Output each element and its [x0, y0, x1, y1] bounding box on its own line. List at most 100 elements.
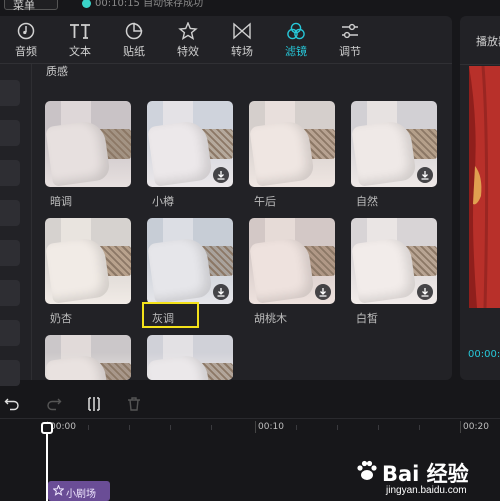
filter-thumbnail[interactable]	[351, 218, 437, 304]
filter-label: 自然	[356, 195, 378, 208]
delete-button[interactable]	[126, 396, 142, 412]
undo-icon	[4, 398, 19, 411]
redo-button[interactable]	[46, 396, 62, 412]
tab-audio-label: 音频	[15, 45, 37, 58]
tab-adjust-label: 调节	[339, 45, 361, 58]
filter-label: 白皙	[356, 312, 378, 325]
trash-icon	[128, 397, 140, 411]
filter-thumbnail[interactable]	[45, 218, 131, 304]
effect-star-icon	[53, 485, 64, 496]
time-ruler[interactable]: 00:00 00:10 00:20	[0, 419, 500, 437]
tab-effects[interactable]: 特效	[168, 20, 208, 60]
star-effect-icon	[178, 22, 198, 40]
menu-label: 菜单	[13, 0, 35, 12]
ruler-minor-tick	[211, 425, 212, 430]
menu-button[interactable]: 菜单	[4, 0, 58, 12]
thumbnail-cloth	[351, 236, 417, 304]
filter-label: 小樽	[152, 195, 174, 208]
tab-audio[interactable]: 音频	[6, 20, 46, 60]
category-item[interactable]	[0, 160, 20, 186]
filter-label: 奶杏	[50, 312, 72, 325]
preview-video[interactable]	[469, 65, 500, 309]
category-item[interactable]	[0, 80, 20, 106]
download-button[interactable]	[417, 167, 433, 183]
tab-effects-label: 特效	[177, 45, 199, 58]
thumbnail-cloth	[45, 119, 111, 187]
download-icon	[217, 171, 225, 180]
redo-icon	[47, 398, 62, 411]
music-disc-icon	[17, 22, 35, 40]
sticker-icon	[125, 22, 143, 40]
split-button[interactable]	[86, 396, 102, 412]
tab-transition-label: 转场	[231, 45, 253, 58]
timeline-clip[interactable]: 小剧场	[48, 481, 110, 501]
transition-icon	[233, 22, 251, 40]
timeline-toolbar	[0, 392, 500, 416]
watermark-text: Bai 经验	[382, 462, 469, 486]
tab-sticker[interactable]: 贴纸	[114, 20, 154, 60]
download-button[interactable]	[213, 284, 229, 300]
thumbnail-cloth	[45, 236, 111, 304]
save-status: 00:10:15 自动保存成功	[82, 0, 203, 9]
category-item[interactable]	[0, 360, 20, 386]
tab-bar: 音频 文本 贴纸 特效 转场 滤镜 调节	[0, 16, 452, 64]
preview-panel: 播放器 00:00:00	[460, 16, 500, 380]
tab-adjust[interactable]: 调节	[330, 20, 370, 60]
thumbnail-cloth	[249, 236, 315, 304]
download-button[interactable]	[417, 284, 433, 300]
category-item[interactable]	[0, 280, 20, 306]
ruler-minor-tick	[88, 425, 89, 430]
filter-thumbnail[interactable]	[45, 101, 131, 187]
text-icon	[70, 24, 90, 39]
ruler-minor-tick	[129, 425, 130, 430]
filter-thumbnail[interactable]	[249, 101, 335, 187]
tab-text-label: 文本	[69, 45, 91, 58]
save-status-icon	[82, 0, 91, 8]
download-icon	[421, 288, 429, 297]
download-icon	[421, 171, 429, 180]
split-icon	[88, 397, 100, 411]
filter-thumbnail[interactable]	[249, 218, 335, 304]
download-button[interactable]	[315, 284, 331, 300]
tab-filter[interactable]: 滤镜	[276, 20, 316, 60]
thumbnail-cloth	[147, 236, 213, 304]
thumbnail-cloth	[147, 119, 213, 187]
filter-label: 胡桃木	[254, 312, 287, 325]
filter-label: 午后	[254, 195, 276, 208]
ruler-minor-tick	[419, 425, 420, 430]
adjust-sliders-icon	[342, 23, 358, 39]
category-item[interactable]	[0, 240, 20, 266]
tab-transition[interactable]: 转场	[222, 20, 262, 60]
filter-icon	[287, 22, 305, 40]
tab-text[interactable]: 文本	[60, 20, 100, 60]
ruler-minor-tick	[296, 425, 297, 430]
paw-logo	[357, 460, 377, 480]
ruler-label: 00:10	[258, 422, 284, 432]
download-icon	[217, 288, 225, 297]
filter-thumbnail[interactable]	[147, 101, 233, 187]
preview-timecode: 00:00:00	[468, 349, 500, 360]
filter-label: 暗调	[50, 195, 72, 208]
filter-thumbnail[interactable]	[351, 101, 437, 187]
tab-filter-label: 滤镜	[285, 45, 307, 58]
baidu-watermark: Bai 经验 jingyan.baidu.com	[352, 448, 500, 500]
thumbnail-cloth	[351, 119, 417, 187]
filter-thumbnail[interactable]	[147, 218, 233, 304]
tab-sticker-label: 贴纸	[123, 45, 145, 58]
playhead-handle[interactable]	[41, 422, 53, 434]
filter-thumbnail[interactable]	[45, 335, 131, 380]
category-sidebar	[0, 64, 32, 386]
filter-thumbnail[interactable]	[147, 335, 233, 380]
clip-label: 小剧场	[66, 489, 96, 500]
ruler-label: 00:20	[463, 422, 489, 432]
preview-divider	[460, 64, 500, 65]
ruler-minor-tick	[170, 425, 171, 430]
ruler-tick	[460, 421, 461, 433]
category-item[interactable]	[0, 200, 20, 226]
undo-button[interactable]	[4, 396, 20, 412]
category-item[interactable]	[0, 120, 20, 146]
ruler-minor-tick	[337, 425, 338, 430]
category-item[interactable]	[0, 320, 20, 346]
save-status-text: 00:10:15 自动保存成功	[95, 0, 204, 9]
download-button[interactable]	[213, 167, 229, 183]
